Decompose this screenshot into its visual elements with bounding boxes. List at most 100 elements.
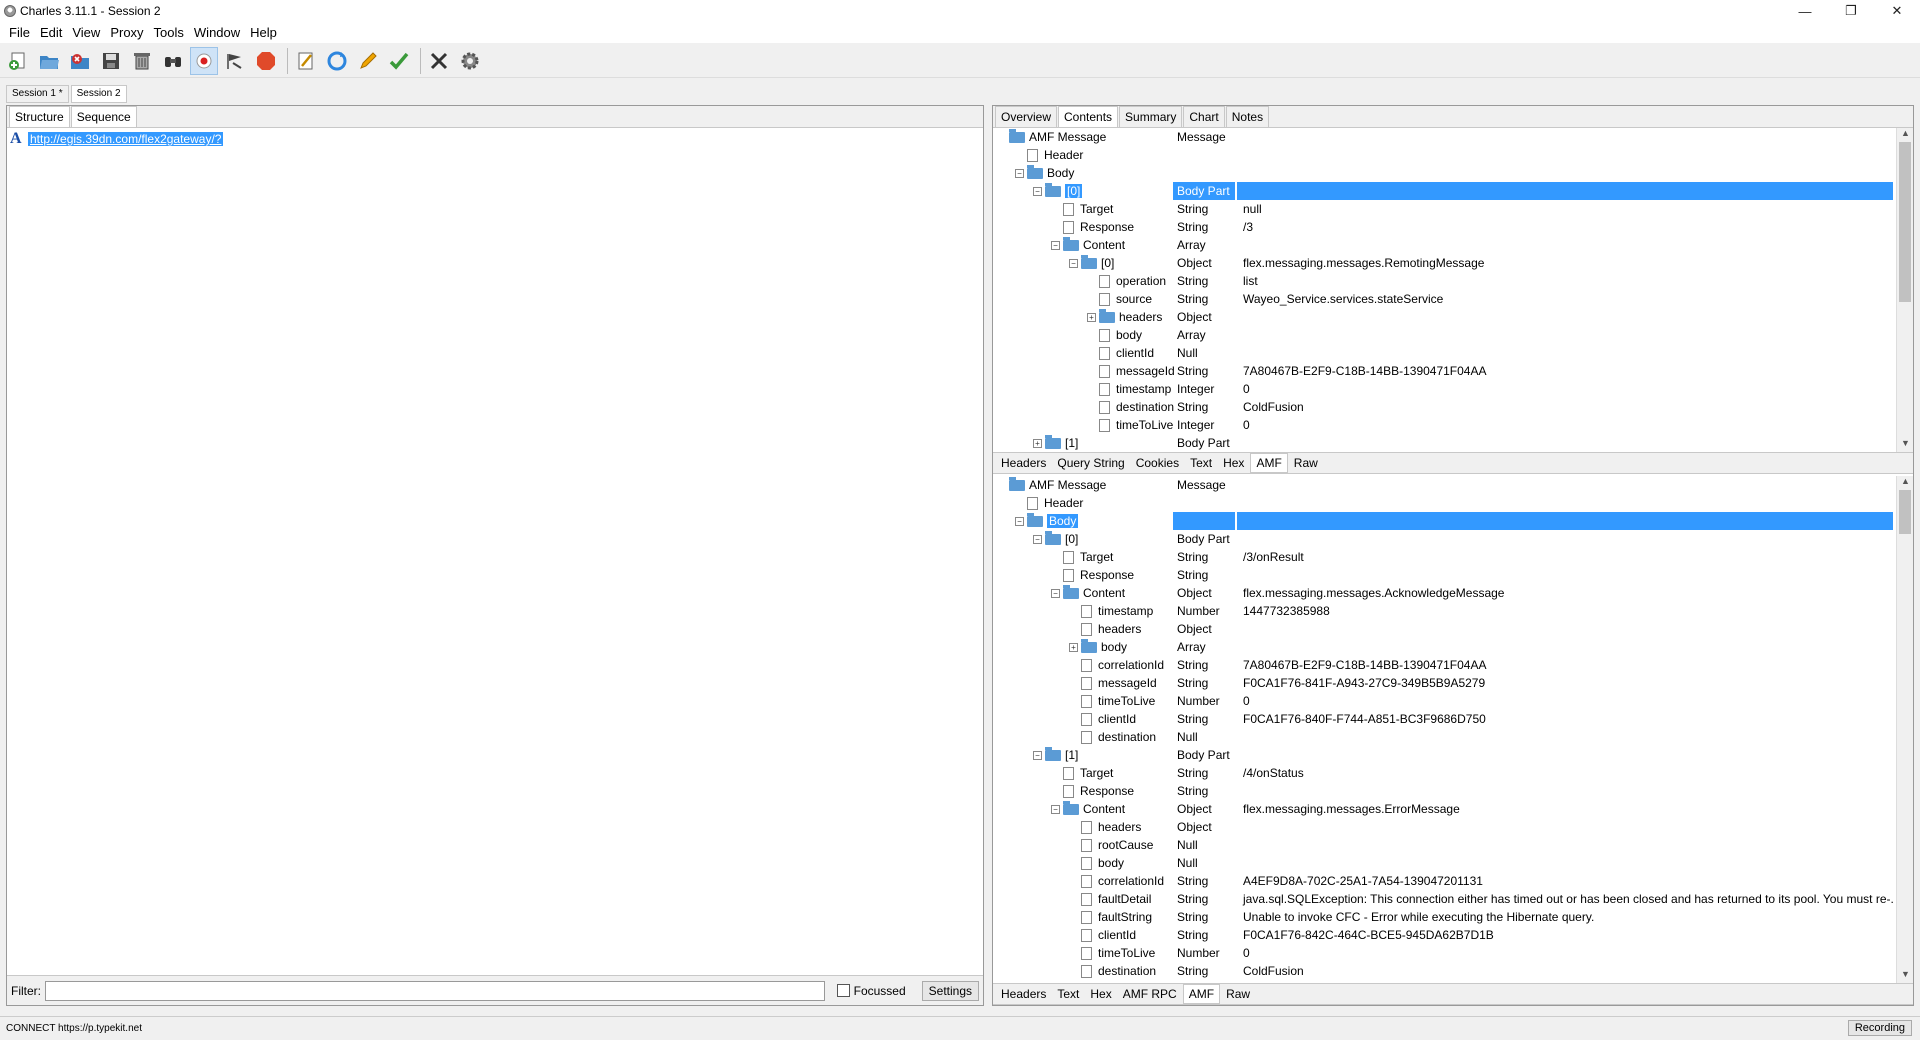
tree-row[interactable]: + headers Object bbox=[993, 308, 1893, 326]
tree-row[interactable]: − Content Array bbox=[993, 236, 1893, 254]
record-button[interactable] bbox=[190, 46, 218, 75]
req-tab-hex[interactable]: Hex bbox=[1218, 454, 1249, 472]
settings-button[interactable] bbox=[456, 47, 484, 75]
collapse-icon[interactable]: − bbox=[1015, 516, 1024, 526]
close-button[interactable]: ✕ bbox=[1874, 0, 1920, 22]
tree-row[interactable]: clientId Null bbox=[993, 344, 1893, 362]
tree-row[interactable]: body Null bbox=[993, 854, 1893, 872]
tree-node-name[interactable]: Header bbox=[993, 494, 1171, 512]
tree-node-name[interactable]: destination bbox=[993, 398, 1174, 416]
settings-filter-button[interactable]: Settings bbox=[921, 980, 979, 1001]
tree-node-name[interactable]: correlationId bbox=[993, 872, 1171, 890]
focussed-checkbox[interactable] bbox=[836, 984, 850, 997]
recording-button[interactable]: Recording bbox=[1847, 1020, 1912, 1036]
close-session-button[interactable] bbox=[66, 47, 94, 75]
tree-node-name[interactable]: Target bbox=[993, 200, 1171, 218]
tab-sequence[interactable]: Sequence bbox=[70, 106, 137, 127]
collapse-icon[interactable]: − bbox=[1051, 588, 1060, 598]
tree-row[interactable]: + [1] Body Part bbox=[993, 434, 1893, 452]
tree-row[interactable]: correlationId String 7A80467B-E2F9-C18B-14… bbox=[993, 656, 1893, 674]
menu-help[interactable]: Help bbox=[245, 25, 282, 40]
menu-file[interactable]: File bbox=[4, 25, 35, 40]
edit-button[interactable] bbox=[292, 47, 320, 75]
tree-node-name[interactable]: faultDetail bbox=[993, 890, 1171, 908]
tree-row[interactable]: faultDetail String java.sql.SQLException: … bbox=[993, 890, 1893, 908]
tree-node-name[interactable]: messageId bbox=[993, 362, 1175, 380]
tree-node-name[interactable]: Response bbox=[993, 782, 1171, 800]
collapse-icon[interactable]: − bbox=[1051, 804, 1060, 814]
tree-node-name[interactable]: AMF Message bbox=[993, 128, 1171, 146]
resp-tab-raw[interactable]: Raw bbox=[1221, 985, 1255, 1003]
tree-node-name[interactable]: Target bbox=[993, 548, 1171, 566]
collapse-icon[interactable]: − bbox=[1033, 186, 1042, 196]
filter-input[interactable] bbox=[45, 980, 825, 1001]
tree-row[interactable]: correlationId String A4EF9D8A-702C-25A1-7A… bbox=[993, 872, 1893, 890]
tree-row[interactable]: clientId String F0CA1F76-840F-F744-A851-BC… bbox=[993, 710, 1893, 728]
tree-node-name[interactable]: Response bbox=[993, 566, 1171, 584]
tree-row[interactable]: destination String ColdFusion bbox=[993, 398, 1893, 416]
tree-node-name[interactable]: timestamp bbox=[993, 602, 1171, 620]
tree-node-name[interactable]: correlationId bbox=[993, 656, 1171, 674]
clear-session-button[interactable] bbox=[128, 47, 156, 75]
tree-row[interactable]: timeToLive Integer 0 bbox=[993, 416, 1893, 434]
req-tab-text[interactable]: Text bbox=[1185, 454, 1217, 472]
scroll-down-arrow[interactable]: ▼ bbox=[1897, 969, 1913, 983]
tab-structure[interactable]: Structure bbox=[9, 106, 70, 127]
tree-row[interactable]: headers Object bbox=[993, 818, 1893, 836]
req-tab-amf[interactable]: AMF bbox=[1250, 453, 1288, 473]
tab-chart[interactable]: Chart bbox=[1183, 106, 1225, 127]
scroll-up-arrow[interactable]: ▲ bbox=[1897, 476, 1913, 490]
host-url[interactable]: http://egis.39dn.com/flex2gateway/? bbox=[28, 132, 224, 146]
tab-summary[interactable]: Summary bbox=[1119, 106, 1183, 127]
resp-tab-text[interactable]: Text bbox=[1052, 985, 1084, 1003]
tree-row[interactable]: destination Null bbox=[993, 728, 1893, 746]
response-scrollbar[interactable]: ▲ ▼ bbox=[1896, 476, 1913, 983]
tree-row[interactable]: Target String/3/onResult bbox=[993, 548, 1893, 566]
tree-row[interactable]: + body Array bbox=[993, 638, 1893, 656]
tree-node-name[interactable]: clientId bbox=[993, 926, 1171, 944]
tree-node-name[interactable]: operation bbox=[993, 272, 1171, 290]
session-tab-2[interactable]: Session 2 bbox=[70, 85, 127, 103]
resp-tab-hex[interactable]: Hex bbox=[1085, 985, 1116, 1003]
expand-icon[interactable]: + bbox=[1033, 438, 1042, 448]
tree-node-name[interactable]: − Content bbox=[993, 584, 1171, 602]
tree-node-name[interactable]: − [0] bbox=[993, 254, 1171, 272]
tree-row[interactable]: Response String/3 bbox=[993, 218, 1893, 236]
breakpoints-button[interactable] bbox=[252, 47, 280, 75]
find-button[interactable] bbox=[159, 47, 187, 75]
tree-node-name[interactable]: − Content bbox=[993, 800, 1171, 818]
validate-button[interactable] bbox=[385, 47, 413, 75]
request-amf-tree[interactable]: ▲ ▼ AMF Message Message Header − Body − [0] Bod… bbox=[993, 128, 1913, 452]
tree-node-name[interactable]: destination bbox=[993, 728, 1171, 746]
collapse-icon[interactable]: − bbox=[1069, 258, 1078, 268]
tree-node-name[interactable]: body bbox=[993, 854, 1171, 872]
collapse-icon[interactable]: − bbox=[1051, 240, 1060, 250]
tree-row[interactable]: AMF Message Message bbox=[993, 128, 1893, 146]
expand-icon[interactable]: + bbox=[1069, 642, 1078, 652]
session-tab-1[interactable]: Session 1 * bbox=[6, 85, 69, 103]
tree-row[interactable]: rootCause Null bbox=[993, 836, 1893, 854]
tab-contents[interactable]: Contents bbox=[1058, 106, 1119, 127]
menu-view[interactable]: View bbox=[67, 25, 105, 40]
throttle-button[interactable] bbox=[221, 47, 249, 75]
tree-node-name[interactable]: − [1] bbox=[993, 746, 1171, 764]
tree-row[interactable]: − Body bbox=[993, 512, 1893, 530]
req-tab-cookies[interactable]: Cookies bbox=[1131, 454, 1184, 472]
tree-row[interactable]: − [1] Body Part bbox=[993, 746, 1893, 764]
menu-proxy[interactable]: Proxy bbox=[105, 25, 148, 40]
tree-row[interactable]: Header bbox=[993, 494, 1893, 512]
menu-tools[interactable]: Tools bbox=[149, 25, 189, 40]
tree-row[interactable]: Target String null bbox=[993, 200, 1893, 218]
menu-window[interactable]: Window bbox=[189, 25, 245, 40]
tree-node-name[interactable]: − Content bbox=[993, 236, 1171, 254]
tree-node-name[interactable]: Response bbox=[993, 218, 1171, 236]
tree-row[interactable]: Response String bbox=[993, 782, 1893, 800]
tree-node-name[interactable]: − Body bbox=[993, 512, 1171, 530]
resp-tab-amf[interactable]: AMF bbox=[1182, 984, 1221, 1004]
tab-notes[interactable]: Notes bbox=[1225, 106, 1270, 127]
tree-row[interactable]: operation String list bbox=[993, 272, 1893, 290]
tree-node-name[interactable]: body bbox=[993, 326, 1171, 344]
new-session-button[interactable] bbox=[4, 47, 32, 75]
req-tab-headers[interactable]: Headers bbox=[996, 454, 1051, 472]
resp-tab-amf-rpc[interactable]: AMF RPC bbox=[1118, 985, 1182, 1003]
